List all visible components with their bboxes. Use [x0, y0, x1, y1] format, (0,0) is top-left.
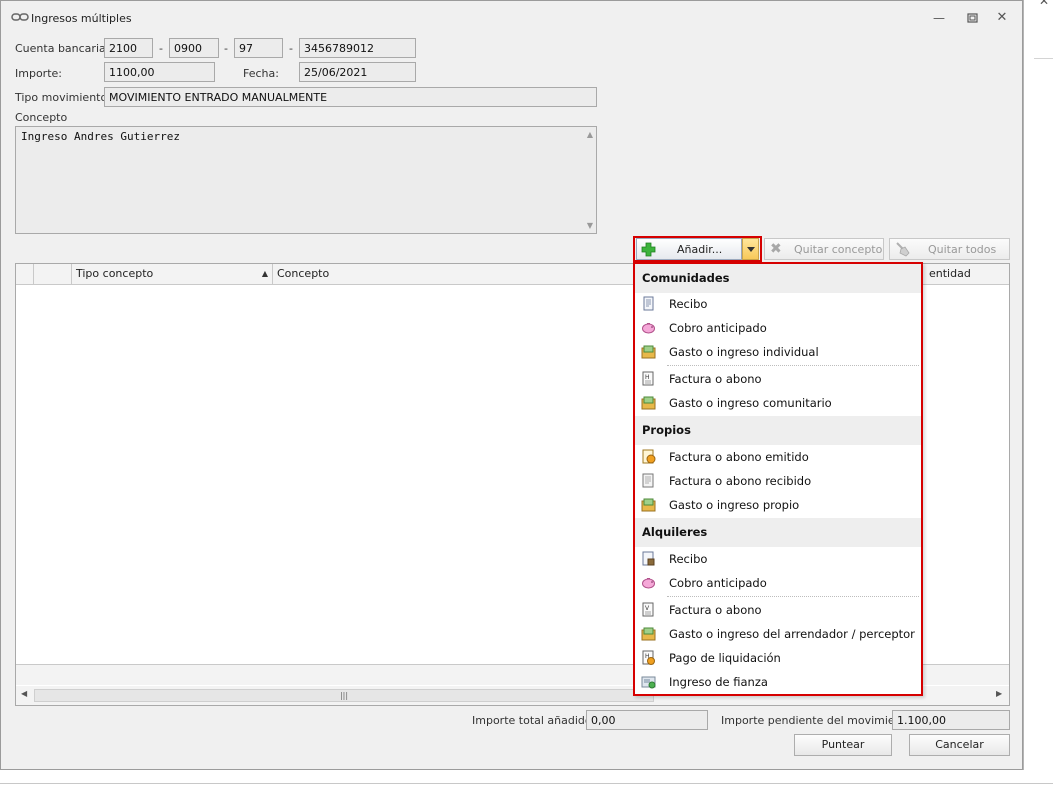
separator-dash: - — [224, 42, 228, 55]
grid-indicator-column — [16, 264, 34, 284]
menu-separator — [667, 596, 919, 597]
column-header-label: Tipo concepto — [76, 267, 154, 280]
separator-dash: - — [289, 42, 293, 55]
pending-amount-field: 1.100,00 — [892, 710, 1010, 730]
scroll-down-icon[interactable]: ▼ — [587, 221, 593, 230]
chevron-down-icon — [747, 247, 755, 252]
broom-icon — [896, 242, 910, 257]
money-folder-icon — [641, 498, 656, 512]
cuenta-dc-field[interactable]: 97 — [234, 38, 283, 58]
background-divider — [1034, 58, 1053, 59]
fecha-field[interactable]: 25/06/2021 — [299, 62, 416, 82]
puntear-button[interactable]: Puntear — [794, 734, 892, 756]
scroll-left-icon[interactable]: ◀ — [21, 689, 27, 698]
scrollbar-thumb[interactable]: ||| — [34, 689, 654, 702]
invoice-sent-icon — [642, 449, 656, 464]
cancel-button[interactable]: Cancelar — [909, 734, 1010, 756]
menu-item-ingreso-fianza[interactable]: Ingreso de fianza — [635, 670, 921, 694]
column-header-tipo-concepto[interactable]: Tipo concepto ▲ — [72, 264, 273, 284]
remove-all-label: Quitar todos — [928, 243, 997, 256]
menu-item-pago-liquidacion[interactable]: H Pago de liquidación — [635, 646, 921, 670]
concepto-text: Ingreso Andres Gutierrez — [21, 130, 180, 143]
menu-item-alquiler-recibo[interactable]: Recibo — [635, 547, 921, 571]
background-divider-bottom — [0, 783, 1053, 784]
restore-button[interactable] — [962, 9, 982, 27]
title-bar: Ingresos múltiples — ✕ — [1, 1, 1022, 34]
add-dropdown-menu: Comunidades Recibo Cobro anticipado Gast… — [633, 262, 923, 696]
remove-concept-button[interactable]: ✖ Quitar concepto — [764, 238, 884, 260]
money-folder-icon — [641, 396, 656, 410]
scroll-right-icon[interactable]: ▶ — [996, 689, 1002, 698]
invoice-icon: H — [642, 371, 654, 386]
menu-group-comunidades: Comunidades — [635, 264, 921, 293]
menu-item-factura-abono[interactable]: H Factura o abono — [635, 367, 921, 391]
add-button[interactable]: Añadir... — [636, 238, 742, 260]
window-title: Ingresos múltiples — [31, 12, 132, 25]
column-header-label: entidad — [929, 267, 971, 280]
total-added-field: 0,00 — [586, 710, 708, 730]
fecha-label: Fecha: — [243, 67, 279, 80]
cuenta-numero-field[interactable]: 3456789012 — [299, 38, 416, 58]
menu-item-gasto-comunitario[interactable]: Gasto o ingreso comunitario — [635, 391, 921, 415]
menu-item-gasto-arrendador[interactable]: Gasto o ingreso del arrendador / percept… — [635, 622, 921, 646]
tipo-movimiento-field[interactable]: MOVIMIENTO ENTRADO MANUALMENTE — [104, 87, 597, 107]
minimize-button[interactable]: — — [929, 9, 949, 27]
scroll-up-icon[interactable]: ▲ — [587, 130, 593, 139]
add-dropdown-button[interactable] — [742, 238, 759, 260]
menu-item-gasto-propio[interactable]: Gasto o ingreso propio — [635, 493, 921, 517]
menu-item-alquiler-cobro-anticipado[interactable]: Cobro anticipado — [635, 571, 921, 595]
rent-receipt-icon — [642, 551, 655, 566]
concepto-textarea[interactable]: Ingreso Andres Gutierrez ▲ ▼ — [15, 126, 597, 234]
close-button[interactable]: ✕ — [992, 9, 1012, 27]
separator-dash: - — [159, 42, 163, 55]
menu-group-alquileres: Alquileres — [635, 518, 921, 547]
remove-all-button[interactable]: Quitar todos — [889, 238, 1010, 260]
menu-item-factura-recibido[interactable]: Factura o abono recibido — [635, 469, 921, 493]
settlement-icon: H — [642, 650, 655, 665]
sort-ascending-icon: ▲ — [261, 269, 268, 278]
column-header-label: Concepto — [277, 267, 330, 280]
svg-text:H: H — [645, 374, 650, 381]
link-icon — [11, 13, 29, 21]
background-window — [1023, 0, 1053, 786]
remove-concept-label: Quitar concepto — [794, 243, 883, 256]
tipo-movimiento-label: Tipo movimiento: — [15, 91, 111, 104]
importe-label: Importe: — [15, 67, 62, 80]
total-added-label: Importe total añadido: — [472, 714, 596, 727]
menu-item-recibo[interactable]: Recibo — [635, 292, 921, 316]
grid-check-column[interactable] — [34, 264, 72, 284]
menu-item-alquiler-factura[interactable]: V Factura o abono — [635, 598, 921, 622]
invoice-received-icon — [642, 473, 654, 488]
background-close-icon[interactable]: ✕ — [1039, 0, 1049, 8]
cuenta-label: Cuenta bancaria: — [15, 42, 110, 55]
concepto-label: Concepto — [15, 111, 68, 124]
money-folder-icon — [641, 345, 656, 359]
piggy-bank-icon — [642, 578, 655, 589]
restore-icon — [966, 13, 978, 23]
menu-group-propios: Propios — [635, 416, 921, 445]
money-folder-icon — [641, 627, 656, 641]
menu-item-gasto-individual[interactable]: Gasto o ingreso individual — [635, 340, 921, 364]
menu-separator — [667, 365, 919, 366]
column-header-entidad[interactable]: entidad — [925, 264, 1009, 284]
menu-item-cobro-anticipado[interactable]: Cobro anticipado — [635, 316, 921, 340]
menu-item-factura-emitido[interactable]: Factura o abono emitido — [635, 445, 921, 469]
cuenta-entidad-field[interactable]: 2100 — [104, 38, 153, 58]
plus-icon — [641, 242, 656, 257]
receipt-icon — [643, 296, 654, 311]
importe-field[interactable]: 1100,00 — [104, 62, 215, 82]
cuenta-oficina-field[interactable]: 0900 — [169, 38, 219, 58]
close-icon: ✕ — [996, 10, 1008, 25]
piggy-bank-icon — [642, 323, 655, 334]
deposit-icon — [641, 676, 656, 689]
remove-icon: ✖ — [770, 241, 782, 257]
invoice-icon: V — [642, 602, 654, 617]
add-button-label: Añadir... — [677, 243, 723, 256]
pending-amount-label: Importe pendiente del movimiento: — [721, 714, 917, 727]
column-header-concepto[interactable]: Concepto — [273, 264, 633, 284]
